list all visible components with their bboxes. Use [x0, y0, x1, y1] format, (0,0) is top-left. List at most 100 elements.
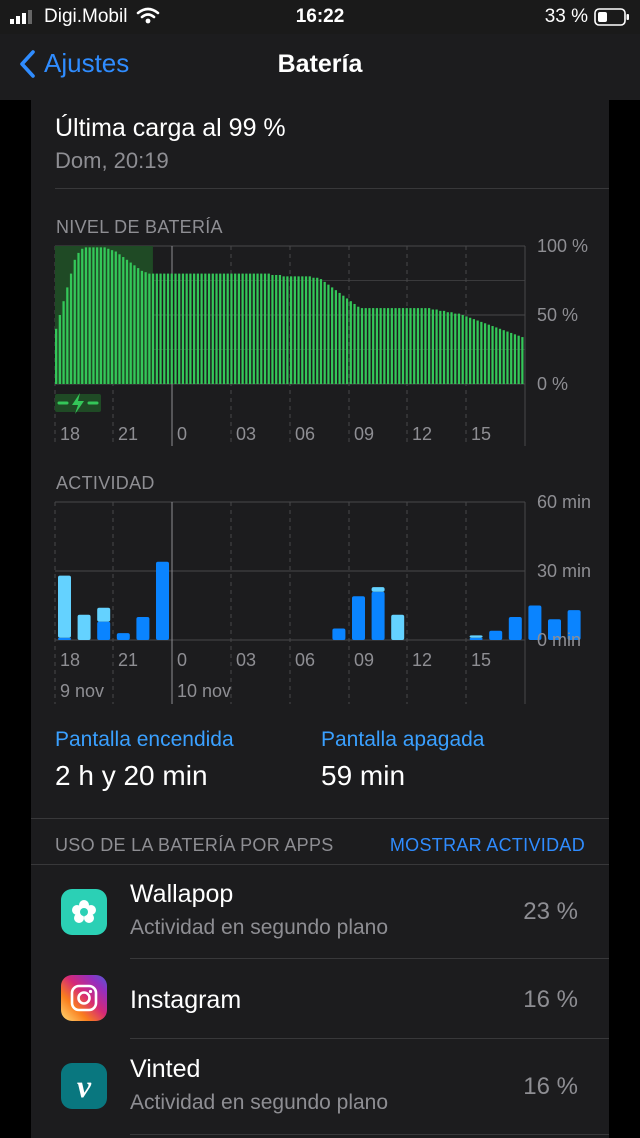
- battery-bar: [424, 308, 427, 384]
- app-percent: 16 %: [523, 1073, 578, 1100]
- battery-bar: [428, 308, 431, 384]
- app-row-instagram[interactable]: Instagram 16 %: [31, 959, 609, 1038]
- battery-bar: [189, 273, 192, 384]
- battery-bar: [409, 308, 412, 384]
- battery-bar: [140, 270, 144, 384]
- x-tick-label: 15: [471, 650, 491, 670]
- battery-bar: [472, 319, 476, 384]
- battery-bar: [110, 250, 114, 384]
- battery-bar: [290, 276, 293, 384]
- battery-bar: [413, 308, 416, 384]
- battery-bar: [196, 273, 199, 384]
- battery-bar: [207, 273, 211, 384]
- screen-on-bar: [489, 630, 503, 640]
- battery-bar: [323, 281, 326, 384]
- battery-bar: [241, 273, 244, 384]
- screen-on-bar: [352, 596, 365, 640]
- battery-bar: [118, 254, 121, 384]
- battery-bar: [267, 273, 270, 384]
- screen-off-bar: [391, 614, 405, 640]
- battery-bar: [77, 252, 80, 384]
- wifi-icon: [136, 7, 160, 24]
- vinted-logo-icon: v: [76, 1067, 92, 1104]
- screen-on-bar: [97, 621, 111, 640]
- battery-bar: [521, 337, 524, 384]
- app-percent: 23 %: [523, 898, 578, 925]
- app-subtitle: Actividad en segundo plano: [130, 1091, 389, 1114]
- battery-bar: [237, 273, 241, 384]
- battery-bar: [55, 328, 58, 384]
- battery-bar: [334, 290, 337, 384]
- screen-on-bar: [136, 617, 150, 640]
- battery-bar: [483, 323, 487, 384]
- battery-bar: [454, 313, 457, 384]
- x-tick-label: 15: [471, 424, 491, 444]
- wallapop-app-icon: [61, 889, 107, 935]
- battery-bar: [469, 317, 472, 384]
- screen-off-bar: [97, 607, 111, 622]
- back-button[interactable]: Ajustes: [18, 48, 129, 79]
- battery-bar: [293, 276, 296, 384]
- battery-bar: [248, 273, 252, 384]
- battery-bar: [420, 308, 423, 384]
- battery-bar: [304, 276, 308, 384]
- battery-bar: [319, 279, 323, 384]
- battery-bar: [297, 276, 300, 384]
- x-tick-label: 18: [60, 650, 80, 670]
- battery-bar: [316, 277, 319, 384]
- battery-bar: [99, 247, 102, 384]
- battery-bar: [159, 273, 162, 384]
- x-tick-label: 21: [118, 650, 138, 670]
- battery-bar: [442, 310, 446, 384]
- battery-bar: [163, 273, 166, 384]
- x-tick-label: 18: [60, 424, 80, 444]
- battery-bar: [379, 308, 382, 384]
- screen-on-value: 2 h y 20 min: [55, 760, 208, 791]
- divider: [130, 1134, 609, 1135]
- battery-bar: [234, 273, 237, 384]
- app-row-wallapop[interactable]: Wallapop Actividad en segundo plano 23 %: [31, 865, 609, 958]
- x-tick-label: 21: [118, 424, 138, 444]
- show-activity-button[interactable]: MOSTRAR ACTIVIDAD: [390, 835, 585, 856]
- navigation-bar: Ajustes Batería: [0, 34, 640, 100]
- divider: [31, 818, 609, 819]
- battery-bar: [181, 273, 185, 384]
- app-row-vinted[interactable]: v Vinted Actividad en segundo plano 16 %: [31, 1039, 609, 1134]
- x-tick-label: 06: [295, 424, 315, 444]
- y-tick-label: 0 %: [537, 374, 568, 394]
- battery-bar: [312, 277, 315, 384]
- battery-bar: [84, 247, 88, 384]
- battery-bar: [491, 326, 494, 384]
- battery-bar: [144, 272, 147, 384]
- battery-bar: [107, 248, 110, 384]
- battery-bar: [222, 273, 226, 384]
- x-tick-label: 06: [295, 650, 315, 670]
- screen-on-label: Pantalla encendida: [55, 728, 234, 751]
- battery-bar: [155, 273, 158, 384]
- screen-off-bar: [77, 614, 91, 640]
- app-usage-heading: USO DE LA BATERÍA POR APPS: [55, 835, 334, 855]
- y-tick-label: 60 min: [537, 494, 591, 512]
- app-name: Vinted: [130, 1055, 201, 1083]
- battery-bar: [357, 306, 360, 384]
- battery-bar: [260, 273, 263, 384]
- battery-bar: [416, 308, 420, 384]
- chevron-left-icon: [20, 49, 35, 78]
- x-tick-label: 12: [412, 424, 432, 444]
- battery-bar: [375, 308, 379, 384]
- battery-bar: [394, 308, 397, 384]
- battery-bar: [401, 308, 405, 384]
- battery-bar: [506, 331, 509, 384]
- battery-bar: [517, 335, 520, 384]
- battery-percent: 33 %: [544, 6, 588, 27]
- battery-bar: [256, 273, 259, 384]
- battery-bar: [502, 330, 505, 384]
- screen-on-bar: [58, 637, 71, 640]
- y-tick-label: 100 %: [537, 238, 588, 256]
- battery-level-heading: NIVEL DE BATERÍA: [56, 217, 223, 237]
- battery-bar: [465, 316, 468, 384]
- battery-bar: [122, 257, 125, 384]
- activity-heading: ACTIVIDAD: [56, 473, 155, 493]
- x-tick-label: 09: [354, 650, 374, 670]
- carrier-label: Digi.Mobil: [44, 6, 128, 27]
